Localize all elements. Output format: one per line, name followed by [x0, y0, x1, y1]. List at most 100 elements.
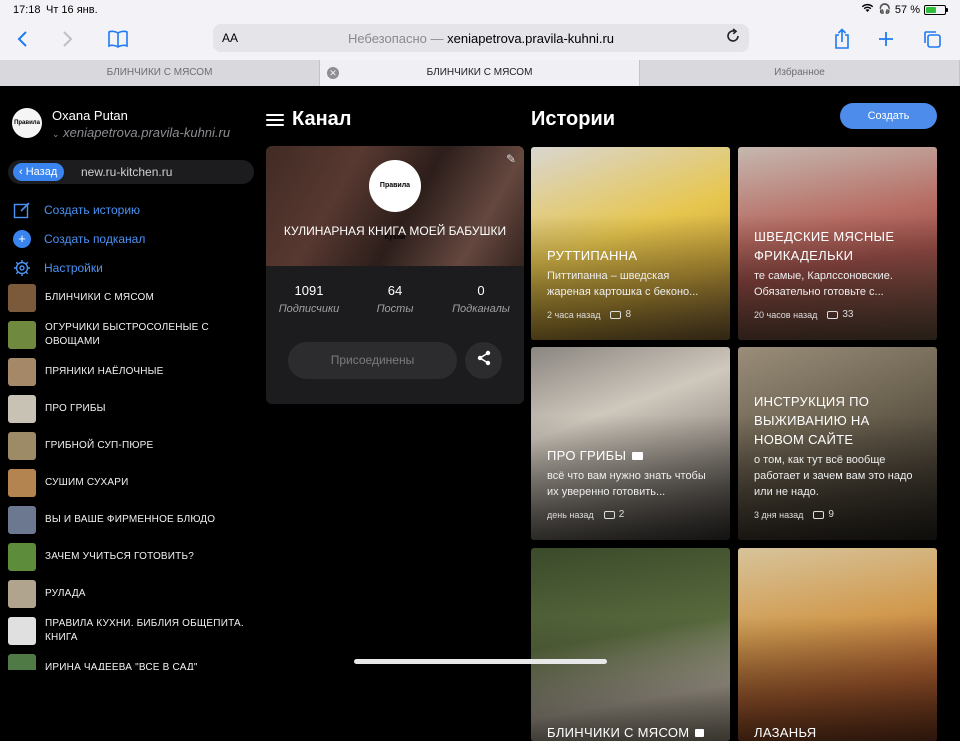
headphones-icon: 🎧 [878, 4, 891, 15]
comment-icon [813, 510, 825, 519]
story-description: те самые, Карлссоновские. Обязательно го… [754, 270, 893, 298]
settings-link[interactable]: Настройки [12, 253, 145, 282]
sidebar-channel-item[interactable]: ПРАВИЛА КУХНИ. БИБЛИЯ ОБЩЕПИТА. КНИГА [8, 612, 258, 649]
story-card[interactable]: РУТТИПАННА Питтипанна – шведская жареная … [531, 147, 730, 340]
browser-tab-2[interactable]: ✕ БЛИНЧИКИ С МЯСОМ [320, 60, 640, 86]
story-text: ШВЕДСКИЕ МЯСНЫЕ ФРИКАДЕЛЬКИ те самые, Кар… [754, 227, 921, 300]
chevron-left-icon: ‹ [19, 166, 26, 178]
share-channel-button[interactable] [465, 342, 502, 379]
stat-posts-label: Посты [376, 303, 414, 315]
status-time: 17:18 [13, 4, 41, 16]
story-card[interactable]: ЛАЗАНЬЯ [738, 548, 937, 741]
channel-item-label: СУШИМ СУХАРИ [45, 476, 129, 488]
channel-name: КУЛИНАРНАЯ КНИГА МОЕЙ БАБУШКИ [283, 224, 507, 238]
sidebar-channel-item[interactable]: ВЫ И ВАШЕ ФИРМЕННОЕ БЛЮДО [8, 501, 258, 538]
sidebar-channel-item[interactable]: ИРИНА ЧАДЕЕВА "ВСЕ В САД" [8, 649, 258, 670]
story-title: РУТТИПАННА [547, 246, 714, 265]
story-meta: 2 часа назад 8 [547, 309, 631, 320]
channel-thumbnail [8, 431, 36, 460]
channel-item-label: ПРЯНИКИ наёлочные [45, 365, 164, 377]
story-title: ШВЕДСКИЕ МЯСНЫЕ ФРИКАДЕЛЬКИ [754, 227, 921, 265]
channel-thumbnail [8, 357, 36, 386]
sidebar: Правила Кухни Oxana Putan ⌄ xeniapetrova… [0, 86, 262, 670]
stat-subchannels[interactable]: 0 Подканалы [438, 283, 524, 315]
create-subchannel-link[interactable]: + Создать подканал [12, 224, 145, 253]
comment-icon [610, 310, 622, 319]
back-button[interactable]: ‹ Назад [13, 163, 65, 181]
parent-site-link[interactable]: new.ru-kitchen.ru [81, 165, 172, 179]
url-text[interactable]: Небезопасно — xeniapetrova.pravila-kuhni… [213, 31, 749, 46]
compose-icon [12, 200, 32, 220]
url-bar[interactable]: AA Небезопасно — xeniapetrova.pravila-ku… [213, 24, 749, 52]
story-time: 3 дня назад [754, 509, 804, 520]
story-text: ПРО ГРИБЫ всё что вам нужно знать чтобы и… [547, 446, 714, 500]
profile-logo[interactable]: Правила Кухни [12, 108, 42, 156]
channel-thumbnail [8, 320, 36, 349]
channel-header: Канал [266, 108, 351, 131]
channel-item-label: ИРИНА ЧАДЕЕВА "ВСЕ В САД" [45, 661, 198, 671]
profile-site-switcher[interactable]: ⌄ xeniapetrova.pravila-kuhni.ru [52, 125, 230, 140]
back-arrow-icon[interactable] [8, 26, 36, 52]
channel-thumbnail [8, 394, 36, 423]
channel-stats: 1091 Подписчики 64 Посты 0 Подканалы [266, 283, 524, 315]
battery-icon [924, 4, 948, 15]
story-time: 2 часа назад [547, 309, 601, 320]
channel-item-label: ЗАЧЕМ УЧИТЬСЯ ГОТОВИТЬ? [45, 550, 195, 562]
story-text: РУТТИПАННА Питтипанна – шведская жареная … [547, 246, 714, 300]
story-time: 20 часов назад [754, 309, 818, 320]
menu-icon[interactable] [266, 113, 284, 126]
story-card[interactable]: ПРО ГРИБЫ всё что вам нужно знать чтобы и… [531, 347, 730, 540]
home-indicator[interactable] [354, 659, 607, 664]
profile-site-text: xeniapetrova.pravila-kuhni.ru [63, 125, 231, 140]
video-icon [632, 452, 644, 460]
sidebar-channel-item[interactable]: СУШИМ СУХАРИ [8, 464, 258, 501]
story-card[interactable]: ШВЕДСКИЕ МЯСНЫЕ ФРИКАДЕЛЬКИ те самые, Кар… [738, 147, 937, 340]
joined-button[interactable]: Присоединены [288, 342, 457, 379]
close-tab-icon[interactable]: ✕ [327, 67, 339, 79]
story-text: БЛИНЧИКИ С МЯСОМ [547, 723, 714, 741]
story-text: ЛАЗАНЬЯ [754, 723, 921, 741]
story-title-text: ИНСТРУКЦИЯ ПО ВЫЖИВАНИЮ НА НОВОМ САЙТЕ [754, 394, 870, 447]
story-card[interactable]: БЛИНЧИКИ С МЯСОМ [531, 548, 730, 741]
channel-thumbnail [8, 616, 36, 645]
channel-item-label: БЛИНЧИКИ С МЯСОМ [45, 291, 155, 303]
channel-item-label: РУЛАДА [45, 587, 86, 599]
reload-icon[interactable] [725, 28, 741, 49]
sidebar-channel-item[interactable]: ОГУРЧИКИ БЫСТРОСОЛЕНЫЕ С ОВОЩАМИ [8, 316, 258, 353]
stat-subscribers[interactable]: 1091 Подписчики [266, 283, 352, 315]
story-meta: 20 часов назад 33 [754, 309, 853, 320]
story-card[interactable]: ИНСТРУКЦИЯ ПО ВЫЖИВАНИЮ НА НОВОМ САЙТЕ о … [738, 347, 937, 540]
new-tab-plus-icon[interactable] [872, 26, 900, 52]
back-button-label: Назад [25, 166, 58, 178]
channel-thumbnail [8, 505, 36, 534]
stat-posts-value: 64 [387, 283, 403, 298]
sidebar-channel-item[interactable]: БЛИНЧИКИ С МЯСОМ [8, 279, 258, 316]
sidebar-channel-item[interactable]: ГРИБНОЙ СУП-ПЮРЕ [8, 427, 258, 464]
sidebar-channel-item[interactable]: РУЛАДА [8, 575, 258, 612]
status-bar: 17:18 Чт 16 янв. 🎧 57 % [0, 0, 960, 20]
channel-thumbnail [8, 283, 36, 312]
tabs-overview-icon[interactable] [918, 26, 946, 52]
browser-tab-1[interactable]: БЛИНЧИКИ С МЯСОМ [0, 60, 320, 86]
story-title-text: ЛАЗАНЬЯ [754, 725, 817, 740]
channel-item-label: ВЫ И ВАШЕ ФИРМЕННОЕ БЛЮДО [45, 513, 216, 525]
wifi-icon [861, 3, 874, 16]
stat-posts[interactable]: 64 Посты [352, 283, 438, 315]
browser-tab-3[interactable]: Избранное [640, 60, 960, 86]
channel-thumbnail [8, 579, 36, 608]
story-title: ЛАЗАНЬЯ [754, 723, 921, 741]
create-story-button[interactable]: Создать [840, 103, 937, 129]
sidebar-channel-item[interactable]: ПРО ГРИБЫ [8, 390, 258, 427]
story-description: Питтипанна – шведская жареная картошка с… [547, 270, 699, 298]
plus-circle-icon: + [13, 229, 31, 248]
story-text: ИНСТРУКЦИЯ ПО ВЫЖИВАНИЮ НА НОВОМ САЙТЕ о … [754, 392, 921, 500]
story-title: БЛИНЧИКИ С МЯСОМ [547, 723, 714, 741]
sidebar-channel-item[interactable]: ЗАЧЕМ УЧИТЬСЯ ГОТОВИТЬ? [8, 538, 258, 575]
create-story-link[interactable]: Создать историю [12, 195, 145, 224]
share-icon[interactable] [828, 26, 856, 52]
forward-arrow-icon[interactable] [54, 26, 82, 52]
sidebar-channel-item[interactable]: ПРЯНИКИ наёлочные [8, 353, 258, 390]
pencil-icon[interactable]: ✎ [506, 152, 516, 166]
channel-item-label: ПРО ГРИБЫ [45, 402, 106, 414]
bookmarks-icon[interactable] [104, 26, 132, 52]
